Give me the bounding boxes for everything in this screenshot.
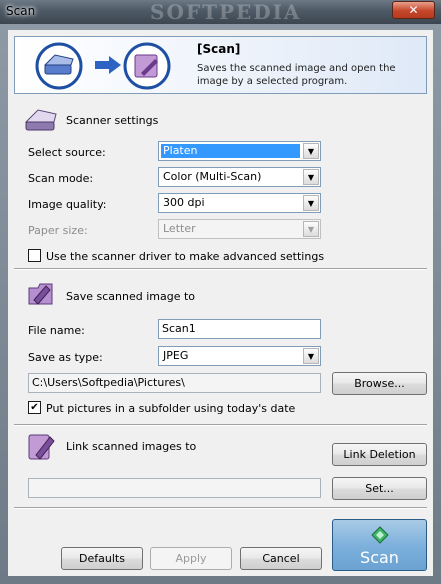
save-folder-icon (28, 283, 53, 305)
window-title: Scan (6, 4, 36, 18)
header-banner: [Scan] Saves the scanned image and open … (14, 36, 427, 94)
title-bar: Scan SOFTPEDIA ✕ (0, 0, 441, 24)
scan-gem-icon (371, 526, 389, 544)
select-source-dropdown[interactable]: Platen ▼ (158, 141, 321, 161)
save-path-field: C:\Users\Softpedia\Pictures\ (28, 373, 321, 393)
image-quality-label: Image quality: (28, 198, 107, 211)
scanner-settings-heading: Scanner settings (66, 114, 159, 127)
scanner-settings-icon (24, 109, 57, 131)
scan-mode-label: Scan mode: (28, 172, 94, 185)
scan-mode-value: Color (Multi-Scan) (163, 170, 262, 183)
banner-title: [Scan] (197, 42, 241, 56)
close-icon: ✕ (408, 3, 419, 17)
save-section-heading: Save scanned image to (66, 290, 196, 303)
save-as-type-label: Save as type: (28, 351, 103, 364)
linked-program-field (28, 478, 321, 498)
advanced-settings-checkbox[interactable] (28, 249, 41, 262)
chevron-down-icon: ▼ (303, 221, 319, 237)
set-button[interactable]: Set... (332, 477, 427, 500)
chevron-down-icon: ▼ (303, 143, 319, 159)
scanner-icon (35, 42, 83, 90)
apply-button: Apply (150, 547, 232, 570)
chevron-down-icon: ▼ (303, 348, 319, 364)
browse-button[interactable]: Browse... (332, 372, 427, 395)
cancel-button[interactable]: Cancel (240, 547, 322, 570)
subfolder-label[interactable]: Put pictures in a subfolder using today'… (46, 402, 295, 415)
save-as-type-value: JPEG (163, 349, 189, 362)
banner-description: Saves the scanned image and open the ima… (197, 63, 396, 87)
select-source-label: Select source: (28, 146, 106, 159)
chevron-down-icon: ▼ (303, 169, 319, 185)
chevron-down-icon: ▼ (303, 195, 319, 211)
select-source-value: Platen (161, 144, 300, 158)
close-button[interactable]: ✕ (392, 1, 435, 19)
paper-size-label: Paper size: (28, 224, 88, 237)
subfolder-checkbox[interactable]: ✔ (28, 401, 41, 414)
folder-program-icon (123, 42, 171, 90)
link-program-icon (28, 434, 55, 460)
paper-size-dropdown: Letter ▼ (158, 219, 321, 239)
scan-mode-dropdown[interactable]: Color (Multi-Scan) ▼ (158, 167, 321, 187)
divider (14, 424, 427, 426)
file-name-input[interactable]: Scan1 (158, 319, 321, 339)
save-as-type-dropdown[interactable]: JPEG ▼ (158, 346, 321, 366)
divider (14, 268, 427, 270)
arrow-right-icon (95, 56, 121, 74)
scan-button[interactable]: Scan (332, 519, 427, 571)
paper-size-value: Letter (163, 222, 196, 235)
file-name-label: File name: (28, 324, 85, 337)
advanced-settings-label[interactable]: Use the scanner driver to make advanced … (46, 250, 324, 263)
scan-button-label: Scan (360, 548, 399, 567)
defaults-button[interactable]: Defaults (61, 547, 143, 570)
image-quality-value: 300 dpi (163, 196, 205, 209)
image-quality-dropdown[interactable]: 300 dpi ▼ (158, 193, 321, 213)
divider (14, 507, 427, 509)
link-deletion-button[interactable]: Link Deletion (332, 443, 427, 466)
watermark: SOFTPEDIA (150, 0, 302, 24)
link-section-heading: Link scanned images to (66, 440, 197, 453)
